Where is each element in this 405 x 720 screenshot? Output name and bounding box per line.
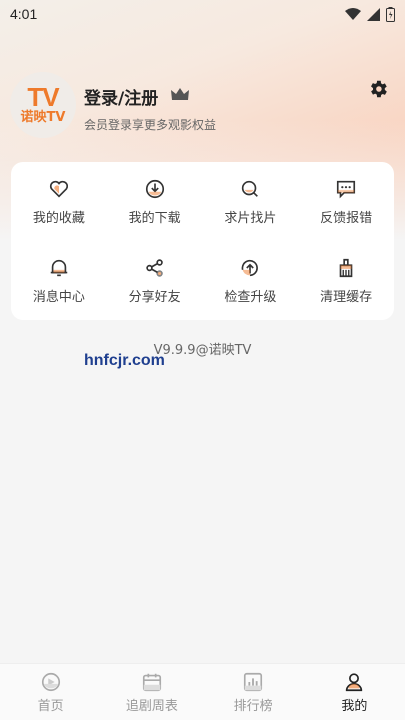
grid-item-label: 反馈报错 (320, 210, 373, 226)
grid-item-downloads[interactable]: 我的下载 (107, 162, 203, 241)
grid-item-check-update[interactable]: 检查升级 (203, 241, 299, 320)
heart-icon (49, 180, 68, 198)
avatar[interactable]: TV 诺映TV (10, 72, 76, 138)
upgrade-icon (241, 259, 259, 276)
profile-icon (346, 672, 363, 691)
nav-ranking[interactable]: 排行榜 (203, 664, 304, 720)
grid-item-label: 求片找片 (224, 210, 277, 226)
nav-label: 我的 (341, 698, 368, 714)
grid-item-label: 分享好友 (128, 289, 181, 305)
login-register-link[interactable]: 登录/注册 (84, 84, 158, 109)
grid-item-share[interactable]: 分享好友 (107, 241, 203, 320)
nav-mine[interactable]: 我的 (304, 664, 405, 720)
nav-label: 追剧周表 (125, 698, 178, 714)
grid-item-request-film[interactable]: 求片找片 (203, 162, 299, 241)
download-icon (145, 179, 164, 198)
ranking-icon (244, 672, 263, 691)
broom-icon (339, 258, 353, 277)
grid-item-label: 检查升级 (224, 289, 277, 305)
nav-label: 排行榜 (233, 698, 273, 714)
grid-item-clear-cache[interactable]: 清理缓存 (298, 241, 394, 320)
version-text: V9.9.9@诺映TV (153, 343, 252, 358)
bell-icon (50, 259, 68, 276)
home-icon (41, 672, 60, 691)
grid-item-messages[interactable]: 消息中心 (11, 241, 107, 320)
wifi-icon (345, 7, 361, 20)
nav-home[interactable]: 首页 (0, 664, 101, 720)
nav-label: 首页 (37, 698, 64, 714)
status-bar: 4:01 (0, 0, 405, 28)
battery-icon (386, 6, 395, 22)
function-grid: 我的收藏 我的下载 求片找片 反馈报错 消息中心 分享好友 检查升级 清理缓存 (11, 162, 394, 320)
nav-schedule[interactable]: 追剧周表 (101, 664, 202, 720)
calendar-icon (142, 673, 161, 691)
grid-item-label: 清理缓存 (320, 289, 373, 305)
signal-icon (367, 7, 380, 21)
grid-item-label: 我的下载 (128, 210, 181, 226)
status-time: 4:01 (10, 6, 38, 22)
watermark-text: hnfcjr.com (84, 352, 165, 369)
share-icon (145, 258, 163, 277)
grid-item-feedback[interactable]: 反馈报错 (298, 162, 394, 241)
bottom-nav: 首页 追剧周表 排行榜 我的 (0, 663, 405, 720)
grid-item-label: 消息中心 (32, 289, 85, 305)
logo-name-text: 诺映TV (20, 110, 66, 125)
logo-tv-text: TV (27, 82, 59, 112)
login-subtitle: 会员登录享更多观影权益 (84, 118, 217, 132)
crown-icon (171, 88, 189, 100)
search-film-icon (242, 180, 259, 197)
grid-item-favorites[interactable]: 我的收藏 (11, 162, 107, 241)
gear-icon[interactable] (367, 78, 389, 100)
feedback-icon (337, 180, 356, 198)
status-icons (345, 6, 395, 22)
profile-header: TV 诺映TV 登录/注册 会员登录享更多观影权益 (10, 72, 395, 142)
grid-item-label: 我的收藏 (32, 210, 85, 226)
